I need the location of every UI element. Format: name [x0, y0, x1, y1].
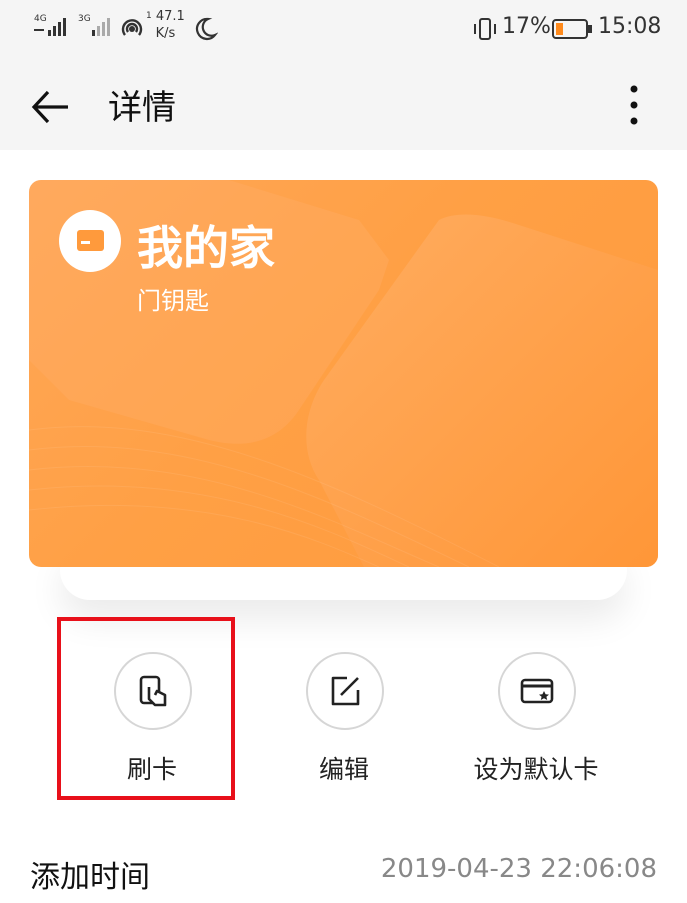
- battery-percent: 17%: [502, 14, 551, 39]
- default-card-icon: [520, 678, 554, 704]
- set-default-card-button[interactable]: 设为默认卡: [451, 652, 621, 792]
- status-bar: 4G 3G 1 47.1 K/s 17% 15:08: [0, 0, 687, 58]
- edit-button[interactable]: 编辑: [259, 652, 429, 792]
- battery-icon: [552, 19, 592, 39]
- vibrate-icon: [474, 18, 496, 40]
- set-default-card-circle: [498, 652, 576, 730]
- speed-value: 47.1: [155, 9, 185, 24]
- set-default-card-label: 设为默认卡: [473, 755, 599, 784]
- signal-bars-weak-icon: [92, 18, 110, 36]
- network-speed: 1 47.1 K/s: [146, 8, 185, 42]
- edit-icon: [331, 676, 360, 706]
- card-background-pattern: [29, 180, 658, 567]
- edit-circle: [306, 652, 384, 730]
- edit-label: 编辑: [318, 755, 369, 784]
- card-icon: [77, 230, 104, 251]
- card-subtitle: 门钥匙: [137, 287, 209, 315]
- more-options-icon[interactable]: [616, 82, 652, 128]
- moon-icon: [195, 17, 218, 40]
- speed-unit: K/s: [155, 26, 176, 41]
- card-title: 我的家: [137, 221, 275, 275]
- signal-bars-icon: [34, 18, 66, 36]
- door-key-card[interactable]: 我的家 门钥匙: [29, 180, 658, 567]
- hotspot-icon: [121, 19, 143, 36]
- app-bar: 详情: [0, 58, 687, 150]
- page-title: 详情: [108, 88, 176, 128]
- highlight-box: [57, 617, 235, 800]
- speed-prefix: 1: [146, 11, 152, 21]
- card-type-icon: [59, 210, 121, 272]
- added-time-label: 添加时间: [30, 860, 150, 895]
- added-time-value: 2019-04-23 22:06:08: [380, 854, 657, 884]
- back-arrow-icon[interactable]: [28, 84, 74, 130]
- clock: 15:08: [598, 14, 662, 39]
